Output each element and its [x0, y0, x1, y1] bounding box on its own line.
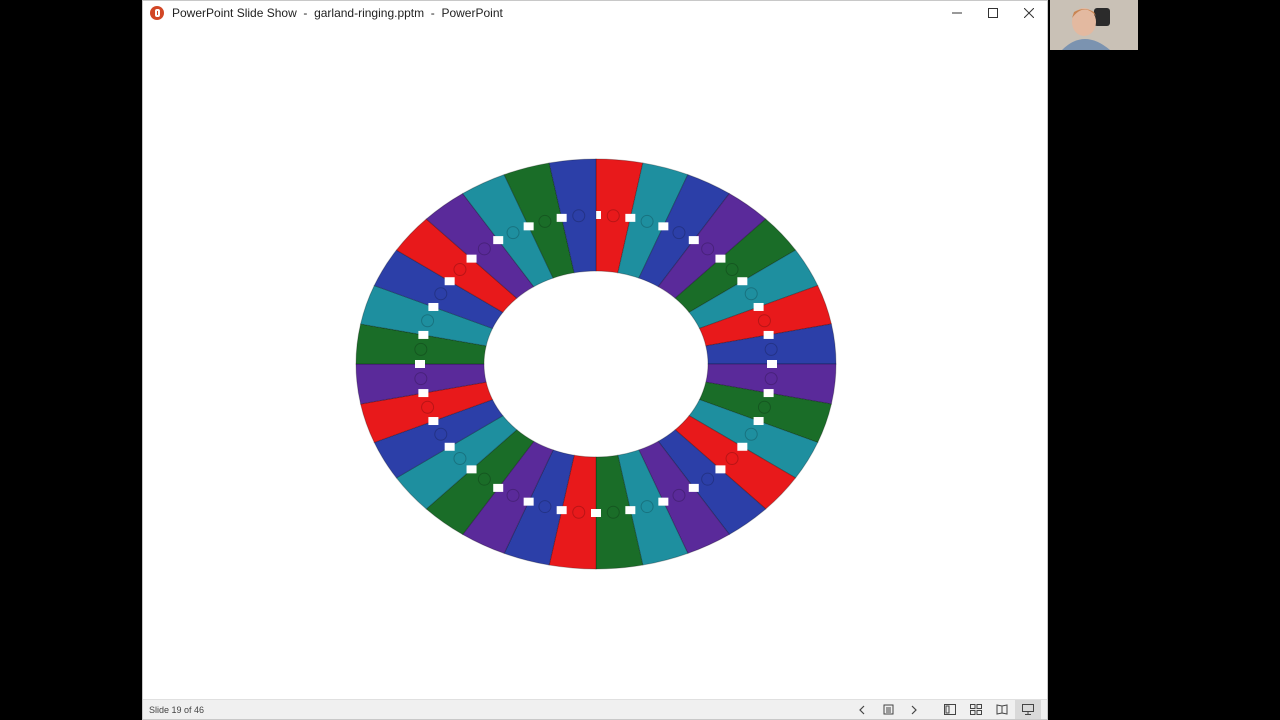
slideshow-button[interactable] [1015, 700, 1041, 719]
ring-connector-mark [493, 483, 504, 492]
slideshow-icon [1022, 704, 1034, 715]
webcam-overlay [1050, 0, 1138, 50]
close-button[interactable] [1011, 1, 1047, 24]
previous-slide-button[interactable] [849, 700, 875, 719]
ring-connector-mark [737, 277, 748, 286]
ring-connector-mark [556, 213, 567, 222]
slide-list-icon [883, 704, 893, 715]
ring-connector-mark [418, 389, 429, 398]
ring-connector-mark [625, 506, 636, 515]
ring-connector-mark [418, 330, 429, 339]
ring-connector-mark [493, 236, 504, 245]
next-icon [911, 705, 917, 714]
ring-connector-mark [715, 465, 726, 474]
reading-view-icon [996, 704, 1008, 715]
window-title: PowerPoint Slide Show - garland-ringing.… [172, 5, 503, 20]
ring-connector-mark [763, 389, 774, 398]
ring-connector-mark [688, 236, 699, 245]
next-slide-button[interactable] [901, 700, 927, 719]
previous-icon [859, 705, 865, 714]
ring-connector-mark [767, 360, 777, 368]
ring-connector-mark [523, 222, 534, 231]
close-icon [1024, 7, 1034, 18]
ring-connector-mark [715, 254, 726, 263]
title-bar[interactable]: PowerPoint Slide Show - garland-ringing.… [143, 1, 1047, 24]
ring-connector-mark [523, 497, 534, 506]
powerpoint-icon [150, 5, 164, 20]
reading-view-button[interactable] [989, 700, 1015, 719]
ring-connector-mark [658, 222, 669, 231]
ring-connector-mark [415, 360, 425, 368]
ring-connector-mark [466, 254, 477, 263]
ring-connector-mark [737, 442, 748, 451]
garland-ring-puzzle-image [355, 158, 837, 570]
ring-connector-mark [753, 417, 764, 426]
normal-view-button[interactable] [937, 700, 963, 719]
ring-connector-mark [428, 302, 439, 311]
status-bar: Slide 19 of 46 [143, 699, 1047, 719]
slide-canvas[interactable] [143, 24, 1047, 702]
ring-connector-mark [556, 506, 567, 515]
ring-connector-mark [466, 465, 477, 474]
minimize-icon [952, 12, 962, 13]
maximize-icon [988, 7, 998, 18]
ring-connector-mark [428, 417, 439, 426]
maximize-button[interactable] [975, 1, 1011, 24]
slide-sorter-button[interactable] [963, 700, 989, 719]
ring-connector-mark [753, 302, 764, 311]
slide-counter: Slide 19 of 46 [149, 704, 205, 715]
presenter-video-image [1050, 0, 1138, 50]
ring-connector-mark [444, 442, 455, 451]
ring-connector-mark [688, 483, 699, 492]
window-controls [939, 1, 1047, 24]
powerpoint-window: PowerPoint Slide Show - garland-ringing.… [142, 0, 1048, 720]
slideshow-navigation [849, 700, 1041, 719]
slide-sorter-icon [970, 704, 982, 715]
ring-connector-mark [763, 330, 774, 339]
ring-connector-mark [444, 277, 455, 286]
normal-view-icon [944, 704, 956, 715]
minimize-button[interactable] [939, 1, 975, 24]
ring-connector-mark [625, 213, 636, 222]
ring-connector-mark [658, 497, 669, 506]
ring-connector-mark [591, 509, 601, 517]
slide-list-button[interactable] [875, 700, 901, 719]
